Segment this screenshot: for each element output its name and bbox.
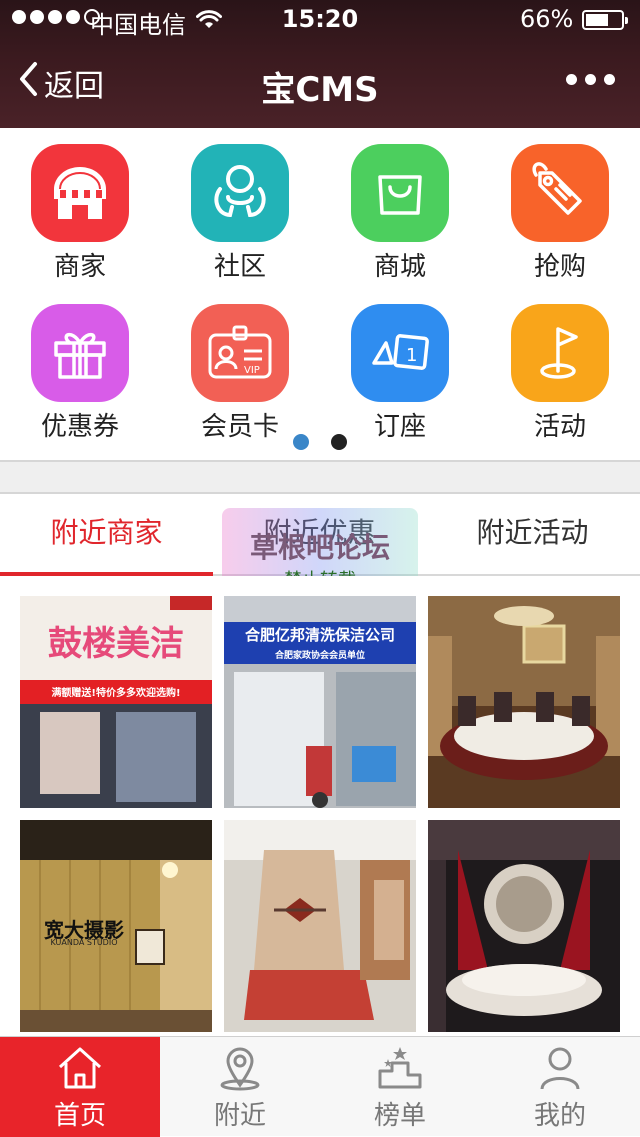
tabbar-item-home[interactable]: 首页 — [0, 1037, 160, 1137]
tabbar-item-profile[interactable]: 我的 — [480, 1037, 640, 1137]
tabbar-label: 首页 — [53, 1101, 106, 1131]
photo-caption: 鼓楼美洁 — [48, 624, 184, 664]
tabbar-label: 附近 — [213, 1101, 266, 1131]
category-label: 商城 — [373, 252, 426, 282]
user-icon — [480, 1045, 640, 1095]
tabbar-label: 我的 — [533, 1101, 586, 1131]
tabbar-label: 榜单 — [373, 1101, 426, 1131]
page-dot-active[interactable] — [293, 434, 309, 450]
merchant-photo-yibang-cleaning[interactable]: 合肥亿邦清洗保洁公司 合肥家政协会会员单位 — [224, 596, 416, 808]
merchant-photo-grid: 鼓楼美洁 满额赠送!特价多多欢迎选购! 合肥亿邦清洗保洁公司 合肥家政协会会员单… — [0, 576, 640, 1036]
tabbar-item-rankings[interactable]: 榜单 — [320, 1037, 480, 1137]
gift-icon — [31, 304, 129, 402]
category-label: 商家 — [53, 252, 106, 282]
tabbar-item-nearby[interactable]: 附近 — [160, 1037, 320, 1137]
tab-nearby-events[interactable]: 附近活动 — [426, 494, 639, 574]
category-flash-sale[interactable]: 抢购 — [480, 128, 640, 288]
flag-icon — [511, 304, 609, 402]
seat-number-icon: 1 — [351, 304, 449, 402]
podium-icon — [320, 1045, 480, 1095]
photo-subcaption: 满额赠送!特价多多欢迎选购! — [51, 688, 181, 699]
photo-subcaption: 合肥家政协会会员单位 — [274, 651, 365, 661]
battery-icon — [582, 10, 628, 30]
page-dot[interactable] — [331, 434, 347, 450]
category-grid: 商家 社区 商城 抢购 优惠券 VIP 会员卡 1 订座 活动 — [0, 128, 640, 460]
section-divider — [0, 460, 640, 494]
category-coupons[interactable]: 优惠券 — [0, 288, 160, 448]
community-icon — [191, 144, 289, 242]
merchant-photo-gulou-meijie[interactable]: 鼓楼美洁 满额赠送!特价多多欢迎选购! — [20, 596, 212, 808]
more-dots-icon — [566, 74, 577, 85]
status-bar: 中国电信 15:20 66% — [0, 0, 640, 40]
category-events[interactable]: 活动 — [480, 288, 640, 448]
back-button[interactable]: 返回 — [18, 58, 104, 108]
tab-nearby-merchants[interactable]: 附近商家 — [0, 494, 213, 576]
navigation-bar: 返回 宝CMS — [0, 40, 640, 128]
carrier-name: 中国电信 — [90, 11, 186, 39]
storefront-icon — [31, 144, 129, 242]
home-icon — [0, 1045, 160, 1095]
location-pin-icon — [160, 1045, 320, 1095]
more-options-button[interactable] — [566, 74, 615, 85]
merchant-photo-kuanda-studio[interactable]: 宽大摄影 KUANDA STUDIO — [20, 820, 212, 1032]
category-label: 社区 — [213, 252, 266, 282]
category-community[interactable]: 社区 — [160, 128, 320, 288]
signal-strength-icon — [12, 9, 100, 25]
category-mall[interactable]: 商城 — [320, 128, 480, 288]
page-indicator — [0, 434, 640, 450]
price-tag-icon — [511, 144, 609, 242]
photo-caption: 合肥亿邦清洗保洁公司 — [244, 626, 395, 644]
shopping-bag-icon — [351, 144, 449, 242]
merchant-photo-round-bed-room[interactable] — [428, 820, 620, 1032]
svg-text:VIP: VIP — [244, 365, 260, 376]
wifi-icon — [196, 8, 222, 36]
header: 中国电信 15:20 66% 返回 宝CMS — [0, 0, 640, 128]
category-member-card[interactable]: VIP 会员卡 — [160, 288, 320, 448]
tab-nearby-offers[interactable]: 附近优惠 — [213, 494, 426, 574]
photo-subcaption: KUANDA STUDIO — [50, 938, 118, 947]
vip-card-icon: VIP — [191, 304, 289, 402]
merchant-photo-banquet-room[interactable] — [428, 596, 620, 808]
merchant-photo-seat-cushions[interactable] — [224, 820, 416, 1032]
svg-text:1: 1 — [406, 345, 417, 366]
category-label: 抢购 — [533, 252, 586, 282]
category-merchants[interactable]: 商家 — [0, 128, 160, 288]
bottom-tab-bar: 首页 附近 榜单 我的 — [0, 1036, 640, 1137]
nearby-tabs: 附近商家 附近优惠 附近活动 — [0, 494, 640, 576]
battery-percent: 66% — [520, 5, 574, 33]
back-label: 返回 — [44, 69, 104, 104]
chevron-left-icon — [18, 61, 38, 105]
category-reservation[interactable]: 1 订座 — [320, 288, 480, 448]
